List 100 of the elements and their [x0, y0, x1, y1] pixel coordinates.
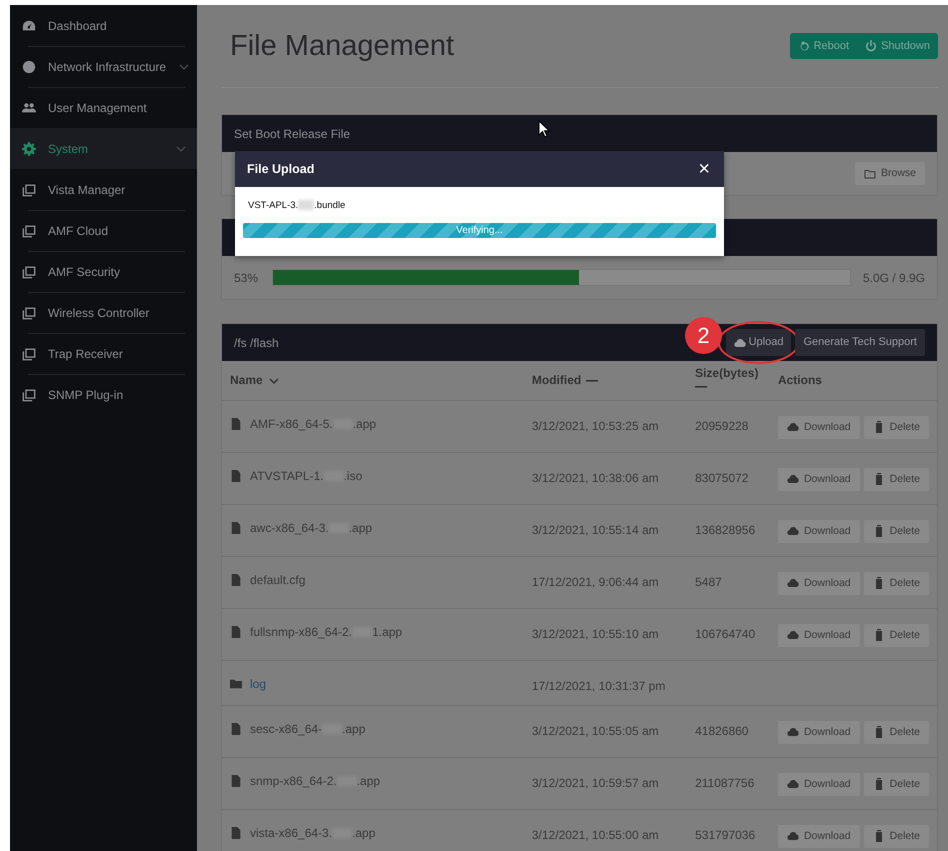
windows-icon: [22, 182, 36, 196]
file-icon: [230, 522, 242, 534]
column-header[interactable]: Name: [222, 361, 524, 400]
delete-button[interactable]: Delete: [864, 416, 929, 440]
modified-date: 3/12/2021, 10:55:14 am: [532, 522, 659, 536]
cloud-icon: [734, 336, 746, 348]
column-header[interactable]: Size(bytes): [687, 361, 770, 400]
download-button[interactable]: Download: [778, 572, 860, 596]
delete-button[interactable]: Delete: [864, 520, 929, 544]
file-size: 106764740: [695, 626, 756, 640]
file-icon: [230, 574, 242, 586]
file-name: default.cfg: [250, 572, 306, 588]
file-name: snmp-x86_64-2. .app: [250, 772, 380, 790]
modified-date: 3/12/2021, 10:53:25 am: [532, 418, 659, 432]
file-icon: [230, 826, 242, 838]
file-icon: [230, 470, 242, 482]
modified-date: 17/12/2021, 9:06:44 am: [532, 574, 659, 588]
cloud-icon: [786, 726, 799, 738]
percent-text: 53%: [234, 270, 258, 286]
column-header: Actions: [770, 361, 937, 400]
download-button[interactable]: Download: [778, 520, 860, 544]
modified-date: 3/12/2021, 10:55:05 am: [532, 724, 659, 738]
folder-link[interactable]: log: [250, 674, 266, 692]
shutdown-button[interactable]: Shutdown: [857, 32, 938, 60]
upload-progress-fill: Verifying...: [243, 223, 716, 238]
sidebar-item[interactable]: User Management: [10, 87, 197, 128]
folder-icon: [230, 678, 242, 690]
download-button[interactable]: Download: [778, 824, 860, 848]
file-size: 531797036: [695, 828, 756, 842]
file-size: 41826860: [695, 724, 748, 738]
windows-icon: [22, 346, 36, 360]
modified-date: 17/12/2021, 10:31:37 pm: [532, 678, 666, 692]
sidebar-item[interactable]: Network Infrastructure: [10, 46, 197, 87]
power-icon: [865, 40, 878, 52]
sidebar-item[interactable]: AMF Cloud: [10, 210, 197, 251]
gauge-icon: [22, 18, 36, 32]
usage-text: 5.0G / 9.9G: [862, 270, 925, 286]
tech-support-button[interactable]: Generate Tech Support: [795, 329, 925, 356]
file-size: 83075072: [695, 470, 748, 484]
reboot-button[interactable]: Reboot: [790, 32, 858, 60]
sidebar-item[interactable]: System: [10, 128, 197, 169]
file-icon: [230, 626, 242, 638]
file-size: 136828956: [695, 522, 756, 536]
sidebar-item[interactable]: Trap Receiver: [10, 333, 197, 374]
file-size: 20959228: [695, 418, 748, 432]
file-name: ATVSTAPL-1. .iso: [250, 468, 362, 484]
sidebar-item[interactable]: Vista Manager: [10, 169, 197, 210]
modified-date: 3/12/2021, 10:55:00 am: [532, 828, 659, 842]
delete-button[interactable]: Delete: [864, 772, 929, 796]
file-name: awc-x86_64-3. .app: [250, 520, 372, 536]
path-title: /fs /flash: [234, 334, 279, 352]
file-name: sesc-x86_64- .app: [250, 720, 366, 738]
windows-icon: [22, 264, 36, 278]
modified-date: 3/12/2021, 10:59:57 am: [532, 776, 659, 790]
file-size: 5487: [695, 574, 722, 588]
windows-icon: [22, 306, 36, 320]
sidebar-item[interactable]: AMF Security: [10, 251, 197, 292]
file-name: vista-x86_64-3. .app: [250, 824, 376, 842]
file-icon: [230, 722, 242, 734]
close-button[interactable]: ×: [696, 159, 712, 179]
download-button[interactable]: Download: [778, 720, 860, 744]
sidebar-item[interactable]: Dashboard: [10, 5, 197, 46]
card-title: Set Boot Release File: [234, 126, 350, 142]
browse-button[interactable]: Browse: [854, 162, 925, 186]
file-name: AMF-x86_64-5. .app: [250, 416, 376, 432]
windows-icon: [22, 224, 36, 238]
cloud-icon: [786, 629, 799, 642]
modified-date: 3/12/2021, 10:55:10 am: [532, 626, 659, 640]
file-icon: [230, 774, 242, 786]
delete-button[interactable]: Delete: [864, 468, 929, 492]
delete-button[interactable]: Delete: [864, 572, 929, 596]
file-icon: [230, 418, 242, 430]
dialog-title: File Upload: [247, 160, 314, 178]
reboot-icon: [798, 40, 810, 52]
gear-icon: [22, 142, 36, 156]
cloud-icon: [786, 421, 799, 434]
cloud-icon: [786, 577, 799, 590]
cloud-icon: [786, 830, 799, 842]
delete-button[interactable]: Delete: [864, 624, 929, 648]
delete-button[interactable]: Delete: [864, 720, 929, 744]
upload-button[interactable]: Upload: [726, 329, 792, 356]
mouse-pointer-icon: [538, 120, 550, 138]
download-button[interactable]: Download: [778, 416, 860, 440]
download-button[interactable]: Download: [778, 468, 860, 492]
file-name: fullsnmp-x86_64-2. 1.app: [250, 624, 402, 640]
cloud-icon: [786, 778, 799, 790]
column-header[interactable]: Modified: [524, 361, 688, 400]
download-button[interactable]: Download: [778, 772, 860, 796]
folder-icon: [864, 168, 876, 180]
cloud-icon: [786, 525, 799, 538]
cloud-icon: [786, 473, 799, 486]
download-button[interactable]: Download: [778, 624, 860, 648]
users-icon: [22, 100, 36, 114]
windows-icon: [22, 388, 36, 402]
sidebar-item[interactable]: Wireless Controller: [10, 292, 197, 333]
upload-file-name: VST-APL-3. .bundle: [248, 199, 346, 213]
page-title: File Management: [230, 28, 454, 64]
modified-date: 3/12/2021, 10:38:06 am: [532, 470, 659, 484]
sidebar-item[interactable]: SNMP Plug-in: [10, 374, 197, 415]
delete-button[interactable]: Delete: [864, 824, 929, 848]
